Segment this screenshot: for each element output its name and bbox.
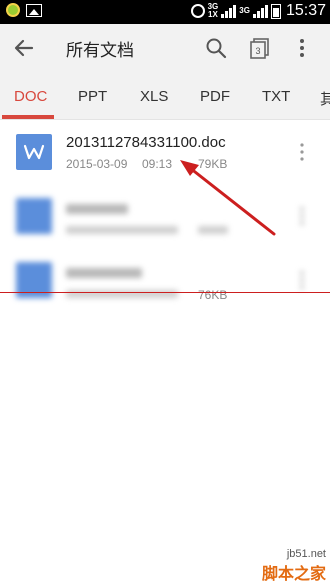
annotation-arrow xyxy=(180,160,276,236)
watermark-site: jb51.net xyxy=(286,548,326,560)
watermark-name: 脚本之家 xyxy=(261,564,326,583)
watermark: jb51.net 脚本之家 xyxy=(262,548,326,584)
